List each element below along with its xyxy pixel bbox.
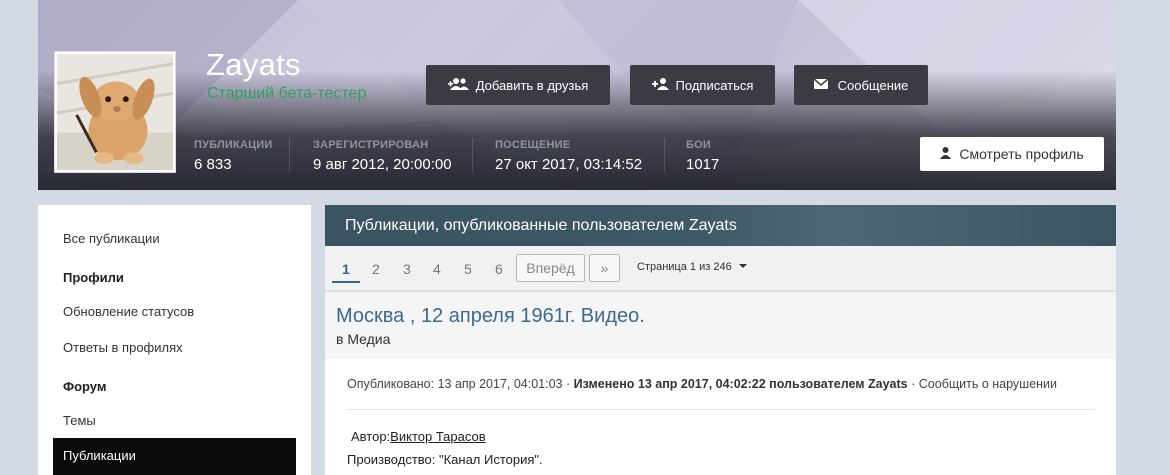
- stat-value: 9 авг 2012, 20:00:00: [313, 156, 452, 173]
- sidebar-heading-forum: Форум: [63, 379, 107, 394]
- post-header: Москва , 12 апреля 1961г. Видео. в Медиа: [325, 292, 1116, 359]
- stat-last-visit: ПОСЕЩЕНИЕ 27 окт 2017, 03:14:52: [495, 139, 642, 173]
- stat-label: БОИ: [686, 139, 711, 151]
- message-button[interactable]: Сообщение: [794, 65, 928, 105]
- stat-label: ПУБЛИКАЦИИ: [194, 139, 273, 151]
- meta-separator: ·: [911, 377, 916, 391]
- envelope-icon: [813, 78, 829, 92]
- post-divider: [347, 409, 1095, 410]
- sidebar-item-profile-replies[interactable]: Ответы в профилях: [63, 340, 183, 355]
- users-plus-icon: [447, 77, 470, 93]
- forum-link[interactable]: Медиа: [347, 331, 390, 347]
- rabbit-photo: [57, 54, 173, 170]
- add-friend-label: Добавить в друзья: [475, 77, 589, 93]
- meta-separator: ·: [566, 377, 571, 391]
- follow-button[interactable]: Подписаться: [630, 65, 775, 105]
- stat-label: ЗАРЕГИСТРИРОВАН: [313, 139, 429, 151]
- post-production-line: Производство: "Канал История".: [347, 452, 543, 467]
- stat-battles: БОИ 1017: [686, 139, 719, 173]
- sidebar-heading-profiles: Профили: [63, 270, 124, 285]
- stat-value: 27 окт 2017, 03:14:52: [495, 156, 643, 173]
- post-location-prefix: в: [336, 331, 344, 347]
- stat-label: ПОСЕЩЕНИЕ: [495, 139, 571, 151]
- post-body: Опубликовано: 13 апр 2017, 04:01:03 · Из…: [325, 359, 1116, 475]
- page-link[interactable]: 6: [495, 261, 503, 277]
- post-title-link[interactable]: Москва , 12 апреля 1961г. Видео.: [336, 305, 645, 328]
- profile-username: Zayats: [206, 47, 301, 82]
- stat-registered: ЗАРЕГИСТРИРОВАН 9 авг 2012, 20:00:00: [313, 139, 452, 173]
- avatar[interactable]: [54, 51, 176, 173]
- page-jump-dropdown[interactable]: Страница 1 из 246: [637, 261, 747, 273]
- follow-label: Подписаться: [675, 77, 754, 93]
- section-heading-text: Публикации, опубликованные пользователем…: [345, 217, 737, 234]
- last-page-button[interactable]: »: [589, 254, 620, 282]
- stat-value: 6 833: [194, 156, 232, 173]
- stat-divider: [289, 138, 290, 172]
- sidebar-item-status-updates[interactable]: Обновление статусов: [63, 304, 194, 319]
- current-page-indicator: [332, 281, 360, 283]
- post-meta: Опубликовано: 13 апр 2017, 04:01:03 · Из…: [347, 377, 1057, 391]
- stat-divider: [664, 138, 665, 172]
- message-label: Сообщение: [837, 77, 909, 93]
- page-link[interactable]: 4: [433, 261, 441, 277]
- stat-divider: [472, 138, 473, 172]
- profile-user-group: Старший бета-тестер: [207, 85, 367, 102]
- view-profile-button[interactable]: Смотреть профиль: [920, 137, 1104, 171]
- next-page-button[interactable]: Вперёд: [516, 254, 585, 282]
- stat-posts: ПУБЛИКАЦИИ 6 833: [194, 139, 273, 173]
- page-link-current[interactable]: 1: [342, 261, 350, 277]
- page-info-text: Страница 1 из 246: [637, 261, 732, 273]
- page-link[interactable]: 5: [464, 261, 472, 277]
- author-label: Автор:: [351, 429, 391, 444]
- post-author-line: Автор:Виктор Тарасов: [351, 429, 486, 444]
- section-heading: Публикации, опубликованные пользователем…: [325, 205, 1116, 246]
- view-profile-label: Смотреть профиль: [959, 146, 1084, 162]
- page-link[interactable]: 2: [372, 261, 380, 277]
- sidebar-item-posts[interactable]: Публикации: [53, 438, 296, 475]
- author-link[interactable]: Виктор Тарасов: [390, 429, 485, 444]
- user-plus-icon: [651, 77, 670, 93]
- post-published-date: Опубликовано: 13 апр 2017, 04:01:03: [347, 377, 563, 391]
- page-link[interactable]: 3: [403, 261, 411, 277]
- caret-down-icon: [738, 264, 747, 268]
- add-friend-button[interactable]: Добавить в друзья: [426, 65, 610, 105]
- sidebar-item-all-posts[interactable]: Все публикации: [63, 231, 160, 246]
- report-post-link[interactable]: Сообщить о нарушении: [919, 377, 1057, 391]
- activity-sidebar: Все публикации Профили Обновление статус…: [38, 205, 311, 475]
- user-icon: [940, 146, 952, 162]
- post-edited-info: Изменено 13 апр 2017, 04:02:22 пользоват…: [573, 377, 908, 391]
- post-location: в Медиа: [336, 331, 390, 347]
- stat-value: 1017: [686, 156, 720, 173]
- pagination: 1 2 3 4 5 6 Вперёд » Страница 1 из 246: [325, 246, 1116, 291]
- sidebar-item-topics[interactable]: Темы: [63, 413, 96, 428]
